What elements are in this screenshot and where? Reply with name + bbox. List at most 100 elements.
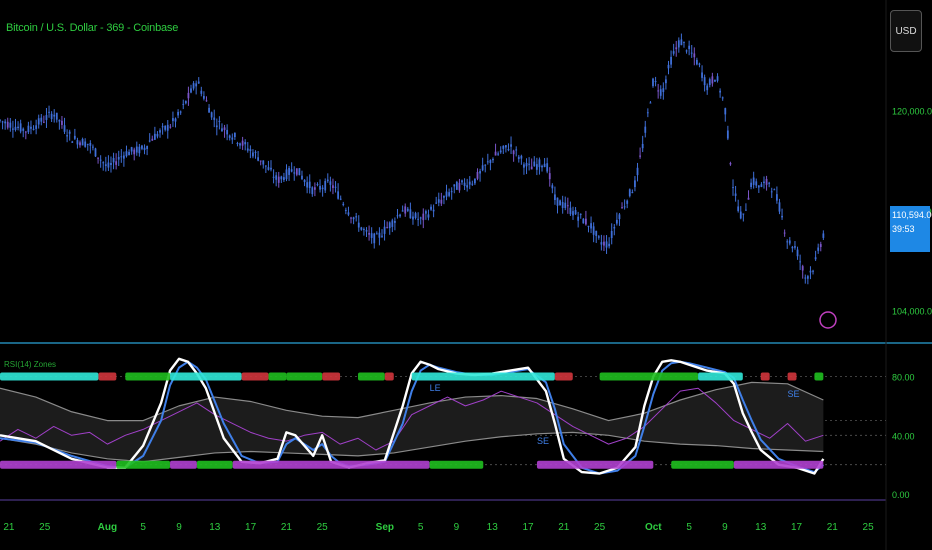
candle-body xyxy=(695,59,698,65)
candle-body xyxy=(608,243,611,247)
candle-body xyxy=(572,211,574,216)
candle-body xyxy=(636,167,639,176)
time-axis-tick: 13 xyxy=(209,522,221,533)
candle-body xyxy=(270,167,272,170)
candle-body xyxy=(130,147,133,152)
candle-body xyxy=(143,147,146,151)
candle-body xyxy=(569,207,572,215)
time-axis-tick: 17 xyxy=(522,522,534,533)
candle-body xyxy=(228,135,231,138)
candle-body xyxy=(311,187,314,195)
price-chart[interactable]: 120,000.00112,000.00104,000.0080.0040.00… xyxy=(0,0,932,550)
candle-body xyxy=(812,270,814,272)
candle-body xyxy=(102,162,105,164)
indicator-annotation: SE xyxy=(788,389,800,399)
candle-body xyxy=(809,270,812,273)
candle-body xyxy=(621,207,623,209)
candle-body xyxy=(414,213,417,219)
candle-body xyxy=(773,189,776,191)
candle-body xyxy=(424,211,427,214)
candle-body xyxy=(92,146,94,148)
candle-body xyxy=(721,97,724,99)
time-axis-tick: Aug xyxy=(98,522,117,533)
lightning-icon xyxy=(819,311,837,329)
candle-body xyxy=(262,160,265,165)
candle-body xyxy=(94,148,97,157)
candle-body xyxy=(177,111,179,116)
candle-body xyxy=(634,180,636,188)
candle-body xyxy=(215,125,218,128)
candle-body xyxy=(182,103,185,105)
candle-body xyxy=(672,51,675,54)
indicator-axis-tick: 40.00 xyxy=(892,431,915,441)
candle-body xyxy=(494,151,497,156)
marker-segment xyxy=(241,372,269,381)
candle-body xyxy=(724,108,727,115)
currency-button[interactable]: USD xyxy=(890,10,922,52)
candle-body xyxy=(190,88,192,93)
candle-body xyxy=(355,216,358,218)
candle-body xyxy=(128,151,130,156)
candle-body xyxy=(659,89,662,96)
candle-body xyxy=(373,233,376,244)
candle-body xyxy=(649,102,652,104)
candle-body xyxy=(595,230,598,236)
marker-segment xyxy=(536,460,654,469)
candle-body xyxy=(747,197,750,200)
candle-body xyxy=(66,135,69,137)
time-axis-tick: Sep xyxy=(376,522,394,533)
candle-body xyxy=(156,133,159,137)
candle-body xyxy=(783,232,786,234)
candle-body xyxy=(79,142,81,146)
candle-body xyxy=(174,118,177,122)
candle-body xyxy=(288,167,290,175)
candle-body xyxy=(378,232,381,238)
candle-body xyxy=(138,146,141,154)
candle-body xyxy=(592,226,595,235)
candle-body xyxy=(703,77,706,86)
price-axis-tick: 120,000.00 xyxy=(892,107,932,117)
candle-body xyxy=(4,121,7,124)
marker-segment xyxy=(357,372,385,381)
candle-body xyxy=(698,63,701,65)
marker-segment xyxy=(429,460,484,469)
candle-body xyxy=(778,202,781,212)
candle-body xyxy=(61,120,63,125)
candle-body xyxy=(19,123,22,132)
candle-body xyxy=(822,233,825,238)
marker-segment xyxy=(0,460,117,469)
candle-body xyxy=(285,169,288,180)
candle-body xyxy=(819,244,822,247)
time-axis-tick: 5 xyxy=(140,522,146,533)
candle-body xyxy=(233,132,236,138)
candle-body xyxy=(313,187,316,190)
candle-body xyxy=(690,52,693,54)
marker-segment xyxy=(814,372,824,381)
candle-body xyxy=(404,206,407,214)
candle-body xyxy=(283,177,285,181)
candle-body xyxy=(546,163,549,172)
candle-body xyxy=(63,125,66,132)
candle-body xyxy=(254,151,257,153)
candle-body xyxy=(89,143,92,146)
candle-body xyxy=(533,161,536,167)
marker-segment xyxy=(196,460,233,469)
candle-body xyxy=(680,39,683,46)
candle-body xyxy=(350,217,352,219)
candle-body xyxy=(383,226,386,234)
candle-body xyxy=(293,172,296,174)
time-axis-tick: 21 xyxy=(558,522,570,533)
candle-body xyxy=(360,227,363,230)
candle-body xyxy=(525,162,528,167)
candle-body xyxy=(543,163,546,168)
candle-body xyxy=(159,130,161,133)
candle-body xyxy=(213,117,216,120)
time-axis-tick: 9 xyxy=(722,522,728,533)
candle-body xyxy=(0,119,1,121)
candle-body xyxy=(556,197,559,206)
candle-body xyxy=(716,76,719,81)
candle-body xyxy=(701,72,703,78)
candle-body xyxy=(76,140,79,145)
time-axis-tick: 9 xyxy=(176,522,182,533)
candle-body xyxy=(554,194,556,201)
